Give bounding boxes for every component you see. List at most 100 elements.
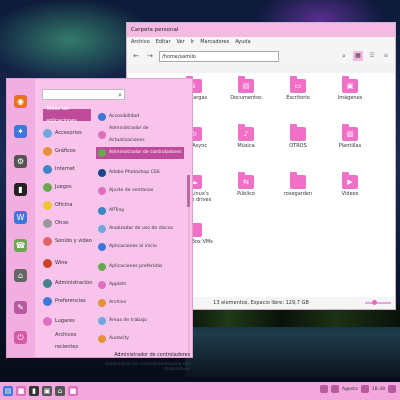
app-item[interactable]: Administrador de Actualizaciones	[96, 126, 184, 143]
menu-editar[interactable]: Editar	[156, 37, 171, 47]
app-item-selected[interactable]: Administrador de controladores	[96, 147, 184, 159]
office-icon	[43, 200, 52, 210]
writer-icon[interactable]: W	[14, 211, 27, 224]
zoom-slider-knob[interactable]	[372, 300, 378, 305]
update-manager-icon	[98, 131, 106, 139]
other-icon	[43, 218, 52, 228]
back-icon[interactable]: ←	[131, 51, 141, 61]
notification-icon[interactable]	[388, 385, 396, 393]
app-item[interactable]: Archivo	[96, 297, 184, 309]
archive-icon	[98, 299, 106, 307]
taskbar: ▤ ■ ▮ ▣ ⌂ ■ Agosto 18:38	[0, 382, 400, 400]
category-graphics[interactable]: Gráficos	[43, 145, 93, 157]
settings-icon[interactable]: ⚙	[14, 155, 27, 168]
folder-item[interactable]: ▶ Vídeos	[327, 172, 373, 215]
category-sound-video[interactable]: Sonido y video	[43, 235, 93, 247]
app-item[interactable]: Aplicaciones al inicio	[96, 241, 184, 253]
disk-usage-icon	[98, 225, 106, 233]
forward-icon[interactable]: →	[145, 51, 155, 61]
menu-archivo[interactable]: Archivo	[131, 37, 150, 47]
folder-icon[interactable]: ■	[16, 386, 26, 396]
category-office[interactable]: Oficina	[43, 199, 93, 211]
menu-marcadores[interactable]: Marcadores	[200, 37, 229, 47]
category-recent-files[interactable]: Archivos recientes	[43, 332, 93, 350]
volume-icon[interactable]	[360, 385, 369, 393]
network-icon[interactable]: ⌂	[55, 386, 65, 396]
location-field[interactable]: /home/samilo	[159, 50, 279, 62]
places-icon	[43, 316, 52, 326]
terminal-icon[interactable]: ▮	[14, 183, 27, 196]
template-icon: ▧	[342, 124, 358, 141]
category-games[interactable]: Juegos	[43, 181, 93, 193]
administration-icon	[43, 278, 52, 288]
folder-item[interactable]: rosegarden	[275, 172, 321, 215]
folder-item[interactable]: ▭ Escritorio	[275, 76, 321, 119]
category-all-apps[interactable]: Todas las aplicaciones	[43, 106, 91, 124]
category-places[interactable]: Lugares	[43, 315, 93, 327]
app-item[interactable]: Ajuste de ventanas	[96, 185, 184, 197]
category-administration[interactable]: Administración	[43, 277, 93, 289]
category-internet[interactable]: Internet	[43, 163, 93, 175]
applets-icon	[98, 281, 106, 289]
tray-app-icon[interactable]	[319, 385, 328, 393]
startup-apps-icon	[98, 243, 106, 251]
zoom-slider[interactable]	[365, 300, 391, 305]
menu-ir[interactable]: Ir	[191, 37, 195, 47]
network-tray-icon[interactable]	[330, 385, 339, 393]
selected-app-description: Administrar los controladores para sus d…	[105, 362, 190, 372]
driver-manager-icon	[98, 149, 106, 157]
menu-icon[interactable]: ▤	[3, 386, 13, 396]
app-item[interactable]: Analizador de uso de discos	[96, 223, 184, 235]
graphics-icon	[43, 146, 52, 156]
selected-app-name: Administrador de controladores	[114, 353, 190, 358]
firefox-icon[interactable]: ◉	[14, 95, 27, 108]
category-preferences[interactable]: Preferencias	[43, 295, 93, 307]
compact-view-icon[interactable]: ≡	[381, 51, 391, 61]
category-wine[interactable]: Wine	[43, 257, 93, 269]
keyboard-layout[interactable]: Agosto	[342, 387, 358, 392]
icon-view-icon[interactable]: ▦	[353, 51, 363, 61]
toolbar: ← → /home/samilo ⌕ ▦ ☰ ≡	[127, 47, 395, 65]
category-other[interactable]: Otras	[43, 217, 93, 229]
internet-icon	[43, 164, 52, 174]
app-list-scrollbar-thumb[interactable]	[187, 175, 190, 207]
picture-icon: ▣	[342, 76, 358, 93]
app-item[interactable]: Áreas de trabajo	[96, 315, 184, 327]
phone-icon[interactable]: ☎	[14, 239, 27, 252]
tools-icon[interactable]: ✎	[14, 301, 27, 314]
search-icon: ⌕	[118, 91, 122, 99]
app-item[interactable]: APTray	[96, 205, 184, 217]
menu-ayuda[interactable]: Ayuda	[235, 37, 250, 47]
folder-item[interactable]: ▣ Imágenes	[327, 76, 373, 119]
clock[interactable]: 18:38	[372, 387, 385, 392]
network-icon[interactable]: ⌂	[14, 269, 27, 282]
app-item[interactable]: Audacity	[96, 333, 184, 345]
software-manager-icon[interactable]: ✦	[14, 125, 27, 138]
app-item[interactable]: Adobe Photoshop CS6	[96, 167, 184, 179]
app-item[interactable]: Aplicaciones preferidas	[96, 261, 184, 273]
share-icon: ⇆	[238, 172, 254, 189]
desktop-icon: ▭	[290, 76, 306, 93]
folder-item[interactable]: ▧ Plantillas	[327, 124, 373, 167]
app-item[interactable]: Accesibilidad	[96, 111, 184, 123]
folder-icon	[290, 172, 306, 189]
preferred-apps-icon	[98, 263, 106, 271]
photos-icon[interactable]: ▣	[42, 386, 52, 396]
category-accessories[interactable]: Accesorios	[43, 127, 93, 139]
folder-icon	[290, 124, 306, 141]
menu-ver[interactable]: Ver	[177, 37, 185, 47]
app-item[interactable]: Applets	[96, 279, 184, 291]
folder-item[interactable]: ▤ Documentos	[223, 76, 269, 119]
desktop-wallpaper-lake	[185, 305, 400, 377]
search-icon[interactable]: ⌕	[339, 51, 349, 61]
power-icon[interactable]: ⏻	[14, 331, 27, 344]
search-input[interactable]: ⌕	[42, 89, 125, 100]
accessibility-icon	[98, 113, 106, 121]
document-icon: ▤	[238, 76, 254, 93]
terminal-icon[interactable]: ▮	[29, 386, 39, 396]
folder-taskbar-icon[interactable]: ■	[68, 386, 78, 396]
list-view-icon[interactable]: ☰	[367, 51, 377, 61]
folder-item[interactable]: OTROS	[275, 124, 321, 167]
folder-item[interactable]: ♪ Música	[223, 124, 269, 167]
folder-item[interactable]: ⇆ Público	[223, 172, 269, 215]
